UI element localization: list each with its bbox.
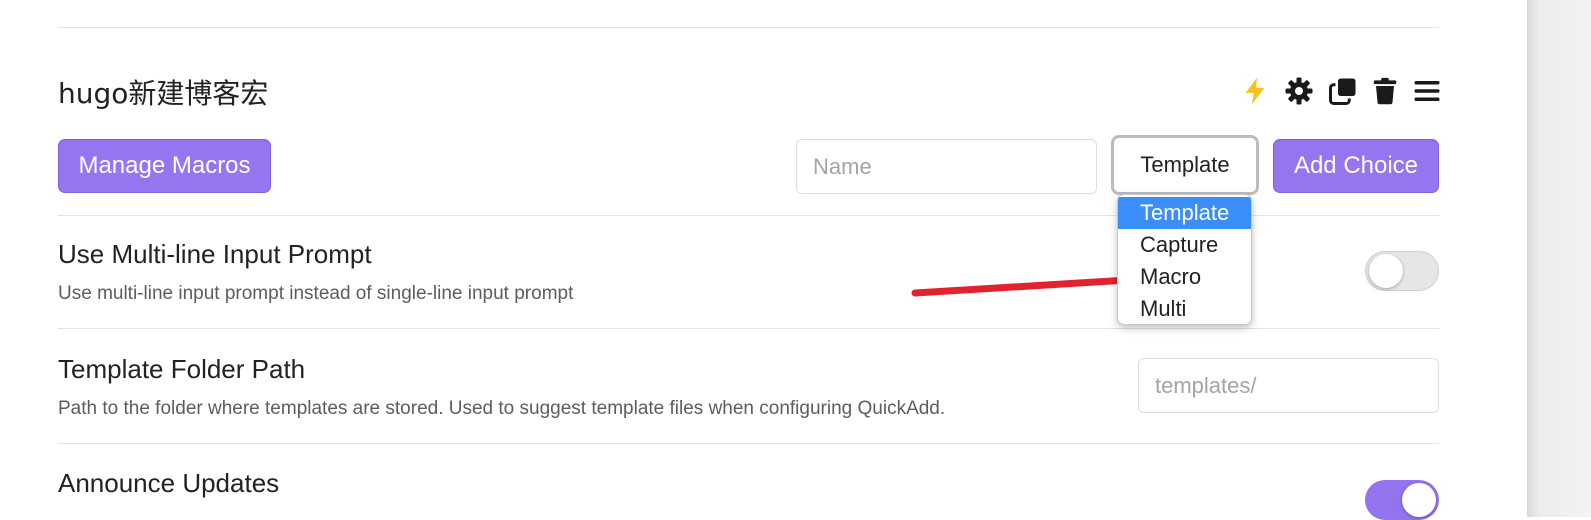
multiline-prompt-toggle[interactable] [1365, 251, 1439, 291]
dropdown-option-multi[interactable]: Multi [1118, 293, 1251, 324]
choice-name-input[interactable] [796, 139, 1097, 194]
top-divider [58, 27, 1439, 28]
setting-name-multiline: Use Multi-line Input Prompt [58, 239, 372, 269]
setting-desc-multiline: Use multi-line input prompt instead of s… [58, 283, 574, 304]
setting-divider [58, 328, 1439, 329]
dropdown-option-capture[interactable]: Capture [1118, 229, 1251, 261]
setting-name-announce-updates: Announce Updates [58, 468, 280, 498]
setting-divider [58, 443, 1439, 444]
choice-type-select[interactable]: Template [1111, 135, 1259, 195]
setting-desc-template-folder: Path to the folder where templates are s… [58, 398, 946, 419]
gear-icon[interactable] [1284, 76, 1314, 106]
choice-actions [1240, 74, 1442, 108]
drag-handle-icon[interactable] [1412, 76, 1442, 106]
choice-type-dropdown: Template Capture Macro Multi [1117, 194, 1252, 325]
manage-macros-button[interactable]: Manage Macros [58, 139, 271, 193]
announce-updates-toggle[interactable] [1365, 480, 1439, 520]
setting-name-template-folder: Template Folder Path [58, 354, 306, 384]
dropdown-option-macro[interactable]: Macro [1118, 261, 1251, 293]
dropdown-option-template[interactable]: Template [1118, 197, 1251, 229]
add-choice-button[interactable]: Add Choice [1273, 139, 1439, 193]
toggle-knob [1402, 483, 1436, 517]
choice-title: hugo新建博客宏 [58, 77, 269, 110]
trash-icon[interactable] [1370, 76, 1400, 106]
lightning-icon[interactable] [1240, 76, 1270, 106]
template-folder-path-input[interactable] [1138, 358, 1439, 413]
duplicate-icon[interactable] [1328, 76, 1358, 106]
toggle-knob [1369, 254, 1403, 288]
scroll-gutter [1527, 0, 1591, 517]
